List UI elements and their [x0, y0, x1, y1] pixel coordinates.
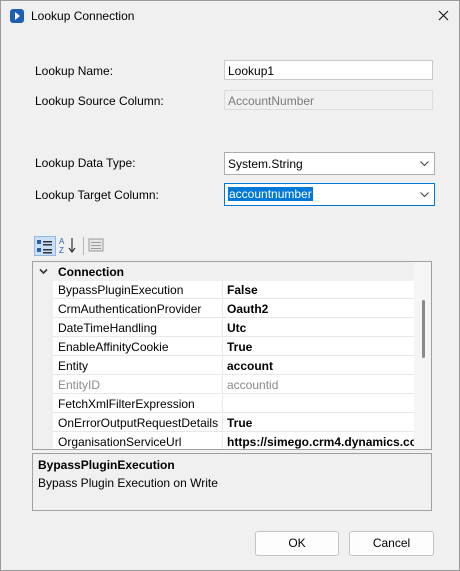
description-text: Bypass Plugin Execution on Write: [38, 476, 218, 490]
chevron-down-icon: [420, 192, 429, 198]
property-row[interactable]: OrganisationServiceUrl https://simego.cr…: [33, 433, 414, 449]
property-name: Entity: [53, 357, 223, 375]
property-value: accountid: [223, 376, 414, 394]
property-name: DateTimeHandling: [53, 319, 223, 337]
alphabetical-button[interactable]: A Z: [58, 236, 80, 256]
property-pages-icon: [88, 238, 104, 252]
property-row[interactable]: OnErrorOutputRequestDetails True: [33, 414, 414, 433]
lookup-target-column-value: accountnumber: [228, 187, 313, 201]
toolbar-separator: [83, 237, 84, 255]
sort-alphabetical-icon: A Z: [59, 237, 76, 255]
description-title: BypassPluginExecution: [38, 458, 175, 472]
property-pages-button[interactable]: [86, 236, 108, 256]
close-button[interactable]: [431, 5, 457, 27]
category-row-connection[interactable]: Connection: [33, 262, 414, 281]
app-icon: [10, 9, 24, 23]
property-value[interactable]: account: [223, 357, 414, 375]
property-name: FetchXmlFilterExpression: [53, 395, 223, 413]
property-grid[interactable]: Connection BypassPluginExecution False C…: [32, 261, 432, 450]
property-row[interactable]: DateTimeHandling Utc: [33, 319, 414, 338]
lookup-source-column-field: AccountNumber: [224, 90, 433, 110]
cancel-button[interactable]: Cancel: [349, 531, 434, 556]
property-value[interactable]: https://simego.crm4.dynamics.com: [223, 433, 414, 449]
property-name: BypassPluginExecution: [53, 281, 223, 299]
property-value[interactable]: True: [223, 338, 414, 356]
property-value[interactable]: Utc: [223, 319, 414, 337]
category-label: Connection: [58, 265, 124, 279]
property-row[interactable]: Entity account: [33, 357, 414, 376]
categorized-icon: [37, 240, 52, 254]
property-name: OnErrorOutputRequestDetails: [53, 414, 223, 432]
lookup-source-column-label: Lookup Source Column:: [35, 94, 164, 108]
property-name: CrmAuthenticationProvider: [53, 300, 223, 318]
scrollbar-thumb[interactable]: [422, 300, 425, 358]
property-value[interactable]: False: [223, 281, 414, 299]
close-icon: [438, 10, 449, 21]
property-row[interactable]: EnableAffinityCookie True: [33, 338, 414, 357]
window-title: Lookup Connection: [31, 9, 135, 23]
lookup-data-type-value: System.String: [228, 157, 303, 171]
categorized-button[interactable]: [34, 236, 56, 256]
property-row[interactable]: EntityID accountid: [33, 376, 414, 395]
lookup-target-column-select[interactable]: accountnumber: [224, 183, 435, 206]
collapse-chevron-icon[interactable]: [39, 267, 48, 276]
property-value[interactable]: True: [223, 414, 414, 432]
property-value[interactable]: Oauth2: [223, 300, 414, 318]
svg-text:Z: Z: [59, 246, 64, 254]
lookup-target-column-label: Lookup Target Column:: [35, 188, 159, 202]
property-row[interactable]: CrmAuthenticationProvider Oauth2: [33, 300, 414, 319]
property-name: EntityID: [53, 376, 223, 394]
property-name: OrganisationServiceUrl: [53, 433, 223, 449]
lookup-name-label: Lookup Name:: [35, 64, 114, 78]
svg-text:A: A: [59, 237, 65, 246]
lookup-data-type-label: Lookup Data Type:: [35, 156, 136, 170]
lookup-data-type-select[interactable]: System.String: [224, 152, 435, 175]
property-name: EnableAffinityCookie: [53, 338, 223, 356]
ok-button[interactable]: OK: [255, 531, 339, 556]
property-row[interactable]: FetchXmlFilterExpression: [33, 395, 414, 414]
lookup-connection-dialog: Lookup Connection Lookup Name: Lookup1 L…: [0, 0, 460, 571]
property-value[interactable]: [223, 395, 414, 413]
lookup-name-input[interactable]: Lookup1: [224, 60, 433, 80]
description-panel: BypassPluginExecution Bypass Plugin Exec…: [32, 453, 432, 511]
property-row[interactable]: BypassPluginExecution False: [33, 281, 414, 300]
title-bar: Lookup Connection: [1, 1, 459, 32]
chevron-down-icon: [420, 161, 429, 167]
